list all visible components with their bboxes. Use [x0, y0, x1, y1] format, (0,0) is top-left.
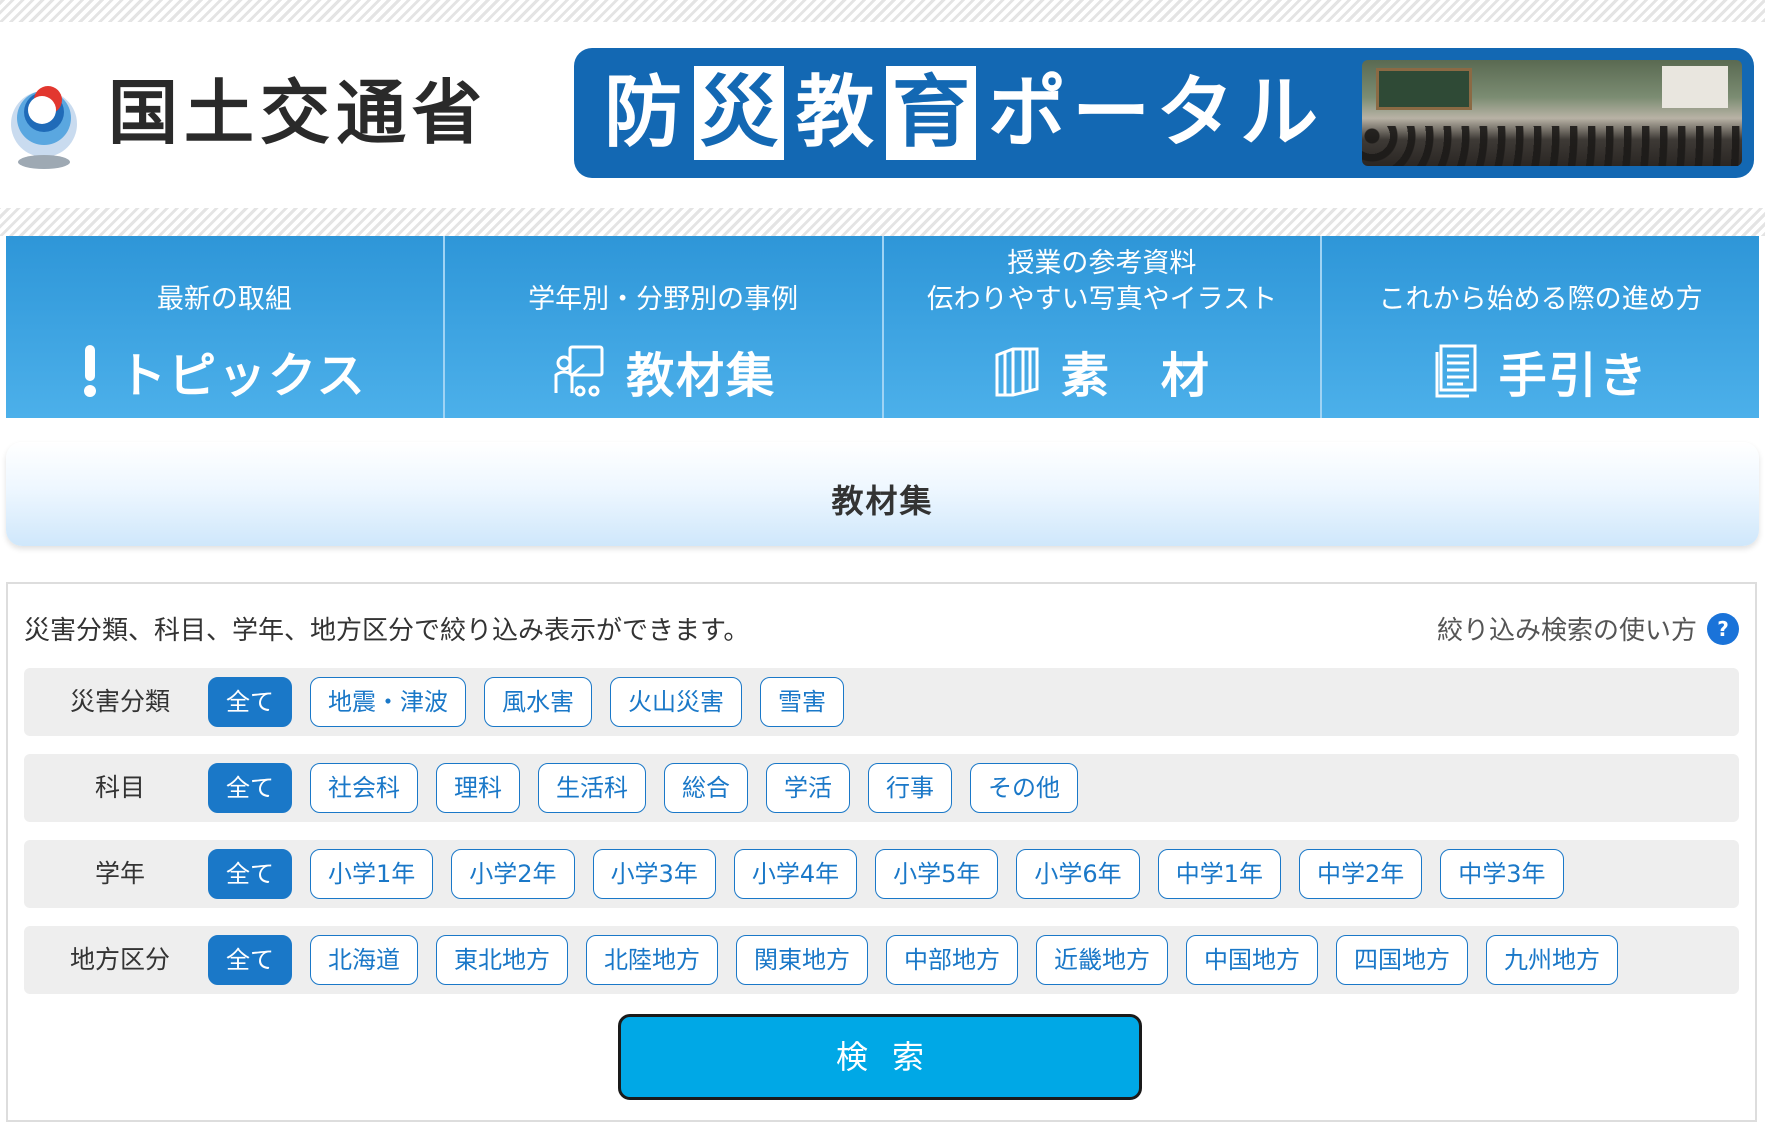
filter-chip-region-hokuriku[interactable]: 北陸地方 [586, 935, 718, 985]
filter-chip-region-kyushu[interactable]: 九州地方 [1486, 935, 1618, 985]
filter-chip-grade-e4[interactable]: 小学4年 [733, 849, 858, 899]
filter-chip-disaster-earthquake[interactable]: 地震・津波 [310, 677, 466, 727]
portal-banner[interactable]: 防 災 教 育 ポ ー タ ル [574, 48, 1754, 178]
filter-chip-grade-e1[interactable]: 小学1年 [310, 849, 434, 899]
filter-chip-subject-social[interactable]: 社会科 [310, 763, 418, 813]
nav-main-label: 手引き [1498, 348, 1649, 404]
filter-chip-grade-all[interactable]: 全て [208, 849, 292, 899]
header-stripe-bottom [0, 208, 1765, 236]
filter-chip-region-tohoku[interactable]: 東北地方 [436, 935, 568, 985]
filter-chip-region-hokkaido[interactable]: 北海道 [310, 935, 418, 985]
filter-chip-disaster-volcano[interactable]: 火山災害 [610, 677, 742, 727]
filter-chip-region-chugoku[interactable]: 中国地方 [1186, 935, 1318, 985]
document-icon [1435, 344, 1477, 398]
portal-title-char: 教 [796, 68, 875, 158]
portal-title: 防 災 教 育 ポ ー タ ル [604, 48, 1324, 178]
filter-chip-grade-e2[interactable]: 小学2年 [451, 849, 575, 899]
filter-row-region: 地方区分 全て 北海道 東北地方 北陸地方 関東地方 中部地方 近畿地方 中国地… [24, 926, 1739, 994]
classroom-photo [1362, 60, 1742, 166]
filter-chip-region-kinki[interactable]: 近畿地方 [1036, 935, 1168, 985]
portal-title-char-boxed: 育 [886, 66, 977, 160]
filter-row-label: 科目 [94, 773, 145, 802]
ministry-name[interactable]: 国土交通省 [108, 78, 488, 148]
filter-chip-grade-e6[interactable]: 小学6年 [1016, 849, 1140, 899]
students-shape [1362, 126, 1742, 166]
filter-chip-group: 全て 小学1年 小学2年 小学3年 小学4年 小学5年 小学6年 中学1年 中学… [208, 849, 1564, 899]
filter-chip-group: 全て 社会科 理科 生活科 総合 学活 行事 その他 [208, 763, 1078, 813]
filter-chip-grade-j3[interactable]: 中学3年 [1440, 849, 1564, 899]
filter-row-grade: 学年 全て 小学1年 小学2年 小学3年 小学4年 小学5年 小学6年 中学1年… [24, 840, 1739, 908]
filter-chip-subject-event[interactable]: 行事 [868, 763, 952, 813]
nav-main-label: トピックス [118, 348, 367, 404]
nav-sub-label-line1: 授業の参考資料 [1007, 248, 1197, 279]
portal-title-char: 防 [604, 68, 683, 158]
section-title: 教材集 [831, 482, 934, 520]
filter-chip-disaster-all[interactable]: 全て [208, 677, 292, 727]
filter-chip-region-kanto[interactable]: 関東地方 [736, 935, 868, 985]
nav-sub-label: 最新の取組 [156, 284, 292, 315]
nav-main-label: 教材集 [626, 348, 777, 404]
filter-chip-grade-e3[interactable]: 小学3年 [592, 849, 716, 899]
site-header: 国土交通省 防 災 教 育 ポ ー タ ル [0, 22, 1765, 208]
filter-chip-subject-science[interactable]: 理科 [436, 763, 520, 813]
portal-title-char: タ [1156, 68, 1235, 158]
section-header: 教材集 [6, 442, 1759, 546]
filter-chip-group: 全て 北海道 東北地方 北陸地方 関東地方 中部地方 近畿地方 中国地方 四国地… [208, 935, 1618, 985]
portal-title-char: ー [1072, 68, 1151, 158]
nav-sub-label: これから始める際の進め方 [1378, 284, 1703, 315]
nav-item-resources[interactable]: 授業の参考資料 伝わりやすい写真やイラスト 素 材 [883, 236, 1323, 418]
filter-chip-subject-other[interactable]: その他 [970, 763, 1078, 813]
filter-row-disaster: 災害分類 全て 地震・津波 風水害 火山災害 雪害 [24, 668, 1739, 736]
portal-title-char: ポ [988, 68, 1067, 158]
filter-chip-subject-all[interactable]: 全て [208, 763, 292, 813]
help-link-label: 絞り込み検索の使い方 [1436, 616, 1697, 646]
mlit-logo-icon[interactable] [6, 70, 82, 174]
portal-title-char: ル [1240, 68, 1319, 158]
filter-chip-grade-j2[interactable]: 中学2年 [1298, 849, 1423, 899]
filter-chip-grade-e5[interactable]: 小学5年 [875, 849, 999, 899]
filter-panel: 災害分類、科目、学年、地方区分で絞り込み表示ができます。 絞り込み検索の使い方 … [6, 582, 1757, 1122]
filter-description: 災害分類、科目、学年、地方区分で絞り込み表示ができます。 [24, 616, 750, 646]
filter-row-label: 災害分類 [69, 687, 170, 716]
nav-item-materials[interactable]: 学年別・分野別の事例 教材集 [444, 236, 884, 418]
filter-row-label: 学年 [94, 859, 145, 888]
filter-chip-region-shikoku[interactable]: 四国地方 [1336, 935, 1468, 985]
portal-title-char-boxed: 災 [694, 66, 785, 160]
filter-chip-grade-j1[interactable]: 中学1年 [1157, 849, 1281, 899]
filter-chip-region-chubu[interactable]: 中部地方 [886, 935, 1018, 985]
filter-chip-subject-class-activity[interactable]: 学活 [766, 763, 850, 813]
filter-chip-subject-life[interactable]: 生活科 [538, 763, 646, 813]
filter-chip-group: 全て 地震・津波 風水害 火山災害 雪害 [208, 677, 844, 727]
teacher-icon [554, 345, 604, 397]
nav-sub-label-line2: 伝わりやすい写真やイラスト [926, 284, 1278, 315]
nav-main: トピックス [6, 336, 443, 406]
filter-chip-disaster-storm-flood[interactable]: 風水害 [484, 677, 592, 727]
nav-main: 教材集 [445, 336, 882, 406]
nav-main: 手引き [1322, 336, 1759, 406]
global-nav: 最新の取組 トピックス 学年別・分野別の事例 教材集 授業の参考資料 伝わりやす… [6, 236, 1759, 418]
filter-chip-region-all[interactable]: 全て [208, 935, 292, 985]
filter-chip-disaster-snow[interactable]: 雪害 [760, 677, 844, 727]
filter-row-label: 地方区分 [69, 945, 170, 974]
nav-item-topics[interactable]: 最新の取組 トピックス [6, 236, 445, 418]
help-icon: ? [1707, 612, 1739, 645]
nav-main-label: 素 材 [1060, 348, 1211, 404]
header-stripe-top [0, 0, 1765, 22]
filter-row-subject: 科目 全て 社会科 理科 生活科 総合 学活 行事 その他 [24, 754, 1739, 822]
filter-help-link[interactable]: 絞り込み検索の使い方 ? [1437, 610, 1739, 647]
nav-item-guide[interactable]: これから始める際の進め方 手引き [1322, 236, 1759, 418]
filter-chip-subject-integrated[interactable]: 総合 [664, 763, 748, 813]
nav-sub-label: 学年別・分野別の事例 [528, 284, 799, 315]
books-icon [995, 347, 1039, 397]
projector-screen-shape [1662, 66, 1728, 108]
nav-main: 素 材 [884, 336, 1321, 406]
blackboard-shape [1376, 68, 1472, 110]
search-button[interactable]: 検索 [618, 1014, 1142, 1100]
exclamation-icon [84, 345, 97, 397]
